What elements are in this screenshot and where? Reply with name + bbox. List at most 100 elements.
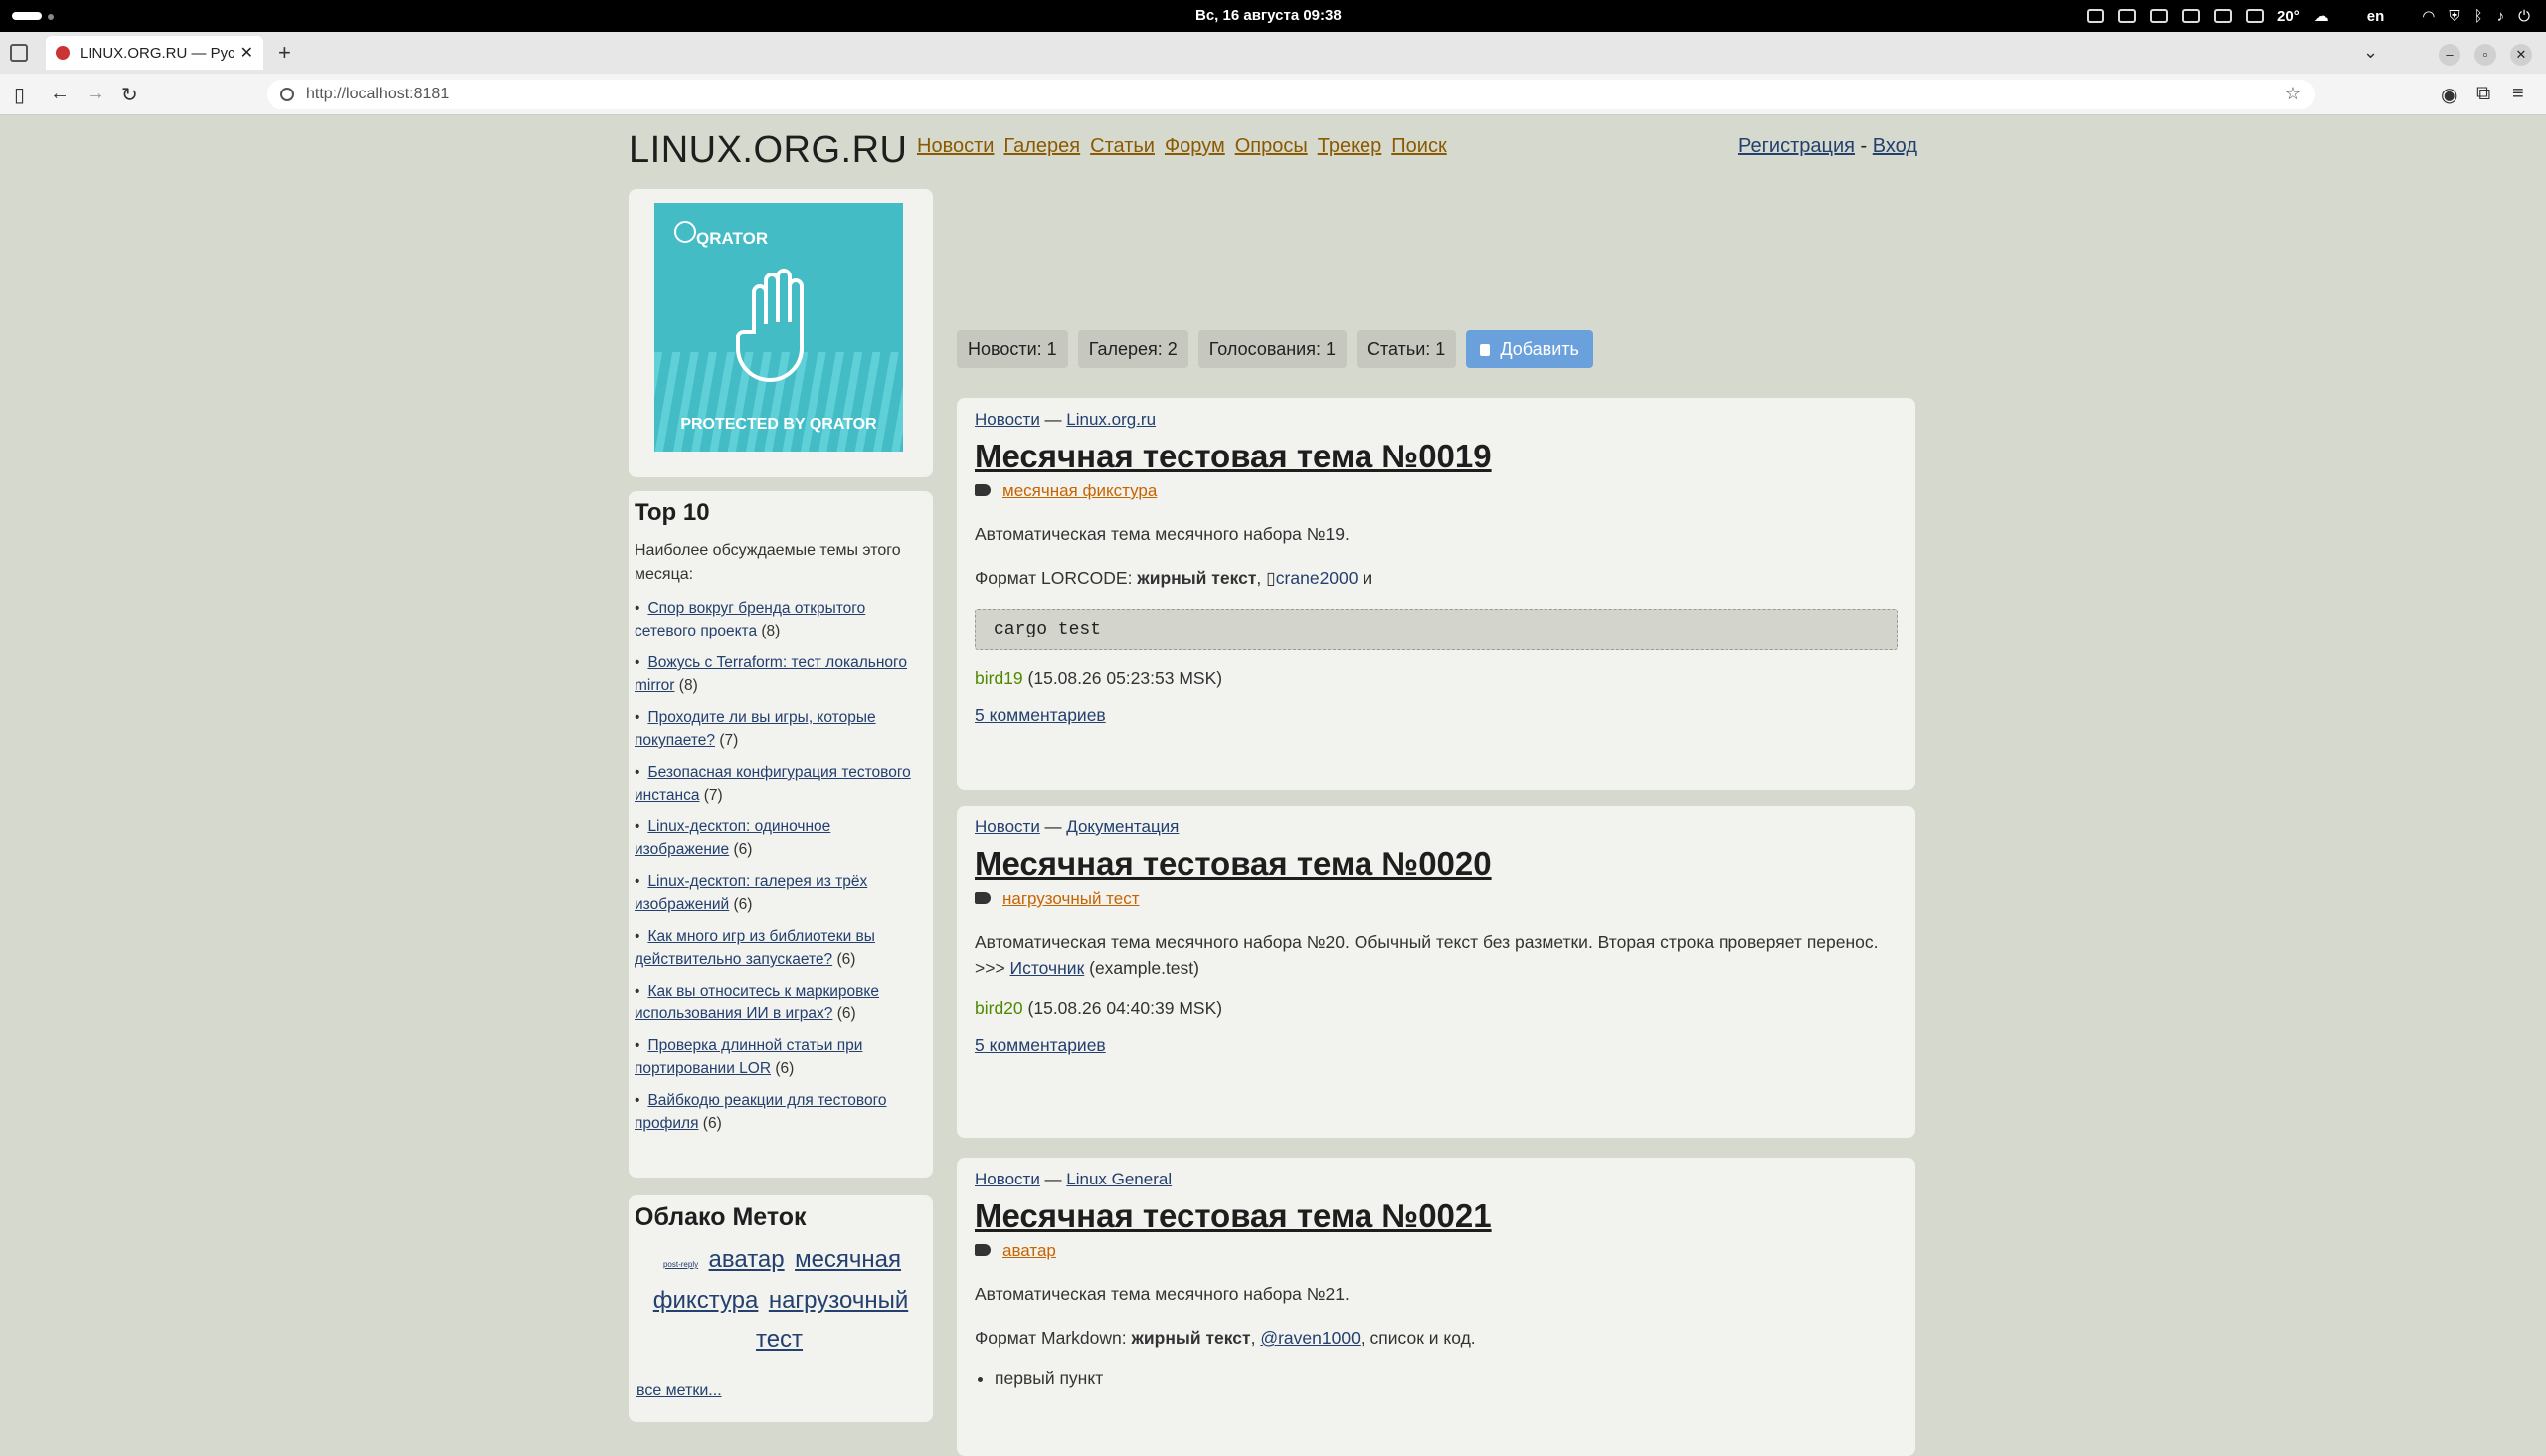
format-label: Формат Markdown: [975,1328,1132,1348]
bookmark-star-icon[interactable]: ☆ [2285,84,2301,104]
network-graph-icon[interactable] [2246,9,2265,23]
register-link[interactable]: Регистрация [1738,135,1855,157]
user-mention-link[interactable]: crane2000 [1276,568,1359,588]
all-tags-link[interactable]: все метки... [636,1382,722,1400]
shield-icon[interactable]: ⛨ [2449,8,2459,25]
tag-link-small[interactable]: post-reply [663,1260,698,1269]
clock[interactable]: Вс, 16 августа 09:38 [1195,7,1342,24]
section-link[interactable]: Новости [975,818,1040,836]
top10-count: (8) [678,677,698,694]
account-icon[interactable]: ◉ [2441,83,2457,107]
qrator-banner[interactable]: QRATOR PROTECTED BY QRATOR [654,203,903,452]
add-button[interactable]: Добавить [1466,330,1593,368]
tab-overview-icon[interactable] [10,44,28,62]
address-bar[interactable]: http://localhost:8181 ☆ [267,80,2315,109]
menu-icon[interactable]: ≡ [2512,83,2524,105]
login-link[interactable]: Вход [1873,135,1917,157]
app-indicator-icon[interactable] [2087,9,2105,23]
filter-news[interactable]: Новости: 1 [957,330,1068,368]
section-link[interactable]: Новости [975,1170,1040,1188]
power-icon[interactable]: ⏻ [2518,8,2530,25]
nav-articles[interactable]: Статьи [1090,135,1155,158]
site-info-icon[interactable] [280,88,294,101]
qrator-brand: QRATOR [696,229,769,248]
author-link[interactable]: bird19 [975,668,1023,688]
nav-forum[interactable]: Форум [1165,135,1225,158]
top10-topic-link[interactable]: Безопасная конфигурация тестового инстан… [635,764,911,804]
qrator-protected-label: PROTECTED BY QRATOR [680,416,877,433]
reload-button[interactable]: ↻ [121,83,138,107]
section-link[interactable]: Новости [975,410,1040,429]
top10-topic-link[interactable]: Проверка длинной статьи при портировании… [635,1037,862,1077]
bluetooth-icon[interactable]: ᛒ [2474,8,2483,25]
news-title-link[interactable]: Месячная тестовая тема №0021 [975,1197,1492,1234]
close-tab-icon[interactable]: ✕ [240,43,253,63]
news-breadcrumb: Новости — Документация [975,818,1898,837]
forward-button[interactable]: → [86,83,105,105]
source-link[interactable]: Источник [1010,958,1085,978]
nav-polls[interactable]: Опросы [1235,135,1308,158]
tag-link[interactable]: нагрузочный тест [756,1287,908,1353]
wifi-icon[interactable]: ◠ [2422,7,2435,25]
comments-link[interactable]: 5 комментариев [975,1035,1106,1055]
volume-icon[interactable]: ♪ [2497,8,2505,25]
content-filter-tabs: Новости: 1 Галерея: 2 Голосования: 1 Ста… [957,330,1593,368]
nav-tracker[interactable]: Трекер [1318,135,1382,158]
tag-link[interactable]: аватар [709,1246,785,1273]
top10-topic-link[interactable]: Вожусь с Terraform: тест локального mirr… [635,654,907,694]
activities-indicator[interactable] [12,12,42,20]
top10-title: Top 10 [635,499,710,526]
sidebar-toggle-icon[interactable]: ▯ [14,83,25,107]
news-title-link[interactable]: Месячная тестовая тема №0019 [975,438,1492,474]
system-tray[interactable]: 20° ☁ en ◠ ⛨ ᛒ ♪ ⏻ [2087,0,2530,32]
battery-icon[interactable] [2150,9,2169,23]
tab-list-chevron-icon[interactable]: ⌄ [2363,42,2378,63]
new-tab-button[interactable]: + [278,40,291,66]
top10-topic-link[interactable]: Спор вокруг бренда открытого сетевого пр… [635,600,865,639]
top10-item: Спор вокруг бренда открытого сетевого пр… [635,597,927,642]
back-button[interactable]: ← [50,83,70,105]
keyboard-layout[interactable]: en [2367,8,2385,25]
browser-tab-strip: LINUX.ORG.RU — Русс ✕ + ⌄ – ▫ ✕ [0,32,2546,74]
news-format-line: Формат LORCODE: жирный текст, ▯crane2000… [975,565,1898,591]
news-list: первый пункт [995,1368,1898,1389]
memory-icon[interactable] [2182,9,2201,23]
group-link[interactable]: Linux.org.ru [1066,410,1156,429]
weather-temp[interactable]: 20° [2277,8,2300,25]
comments-link[interactable]: 5 комментариев [975,705,1106,725]
top10-count: (6) [733,896,753,913]
nav-news[interactable]: Новости [917,135,994,158]
author-link[interactable]: bird20 [975,999,1023,1018]
qrator-logo-icon [674,221,696,243]
system-top-bar: Вс, 16 августа 09:38 20° ☁ en ◠ ⛨ ᛒ ♪ ⏻ [0,0,2546,32]
close-window-button[interactable]: ✕ [2510,44,2532,66]
news-tags: аватар [975,1241,1898,1261]
filter-gallery[interactable]: Галерея: 2 [1077,330,1188,368]
source-prefix: >>> [975,958,1010,978]
filter-polls[interactable]: Голосования: 1 [1197,330,1347,368]
top10-topic-link[interactable]: Вайбкодю реакции для тестового профиля [635,1092,887,1132]
group-link[interactable]: Документация [1066,818,1179,836]
top10-box: Top 10 Наиболее обсуждаемые темы этого м… [629,491,933,1178]
nav-search[interactable]: Поиск [1391,135,1446,158]
comma: , [1250,1328,1261,1348]
group-link[interactable]: Linux General [1066,1170,1172,1188]
top10-topic-link[interactable]: Проходите ли вы игры, которые покупаете? [635,709,876,749]
files-icon[interactable] [2118,9,2137,23]
news-tag-link[interactable]: нагрузочный тест [1002,889,1140,908]
tag-icon [975,484,991,496]
drive-icon[interactable] [2214,9,2233,23]
filter-articles[interactable]: Статьи: 1 [1356,330,1457,368]
site-logo[interactable]: LINUX.ORG.RU [629,129,907,172]
minimize-button[interactable]: – [2439,44,2460,66]
crumb-dash: — [1039,410,1067,429]
news-tag-link[interactable]: аватар [1002,1241,1056,1260]
user-mention-link[interactable]: @raven1000 [1260,1328,1360,1348]
news-title-link[interactable]: Месячная тестовая тема №0020 [975,845,1492,882]
maximize-button[interactable]: ▫ [2474,44,2496,66]
extensions-icon[interactable]: ⧉ [2476,83,2490,105]
news-tag-link[interactable]: месячная фикстура [1002,481,1157,500]
browser-tab-active[interactable]: LINUX.ORG.RU — Русс ✕ [46,36,263,70]
news-format-line: Формат Markdown: жирный текст, @raven100… [975,1325,1898,1351]
nav-gallery[interactable]: Галерея [1003,135,1080,158]
